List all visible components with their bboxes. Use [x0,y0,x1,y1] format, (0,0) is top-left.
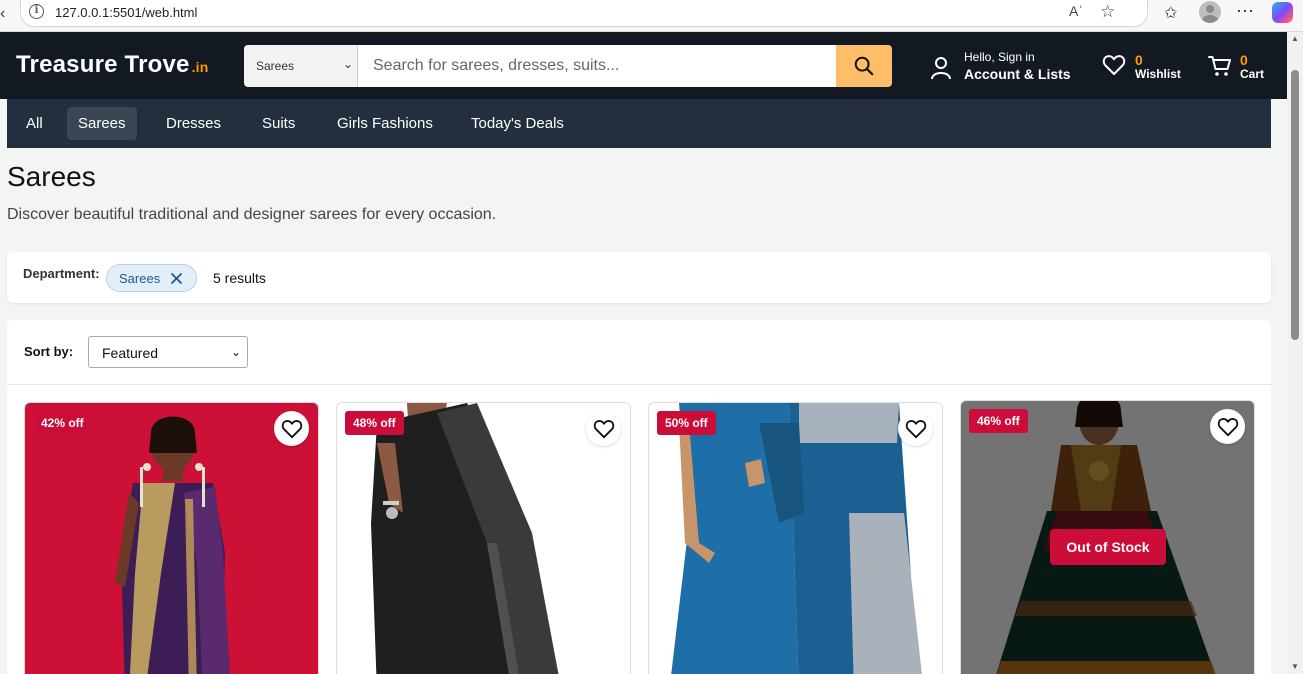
out-of-stock-badge: Out of Stock [1050,529,1166,565]
address-bar[interactable]: i 127.0.0.1:5501/web.html [20,0,1148,27]
sort-value: Featured [102,345,159,361]
nav-item-sarees[interactable]: Sarees [67,107,137,140]
account-title: Account & Lists [964,66,1071,82]
filter-chip-label: Sarees [119,271,161,286]
discount-badge: 46% off [969,409,1028,433]
cart-count: 0 [1240,52,1248,68]
add-to-wishlist-button[interactable] [1210,409,1245,444]
nav-item-suits[interactable]: Suits [251,107,306,140]
wishlist-label: Wishlist [1135,67,1181,81]
wishlist-count: 0 [1135,52,1143,68]
cart-icon [1208,56,1231,76]
logo-text: Treasure Trove [16,51,190,78]
search-icon [854,56,874,76]
scroll-down-arrow-icon[interactable]: ▼ [1291,662,1299,671]
cart-link[interactable]: 0 Cart [1208,50,1268,84]
discount-badge: 48% off [345,411,404,435]
wishlist-link[interactable]: 0 Wishlist [1102,50,1182,84]
logo-suffix: .in [191,59,209,75]
products-panel: Sort by: Featured ⌄ 42% off 48% off 50% … [7,320,1271,674]
product-image[interactable] [649,403,943,674]
category-nav: All Sarees Dresses Suits Girls Fashions … [7,99,1271,148]
back-icon[interactable]: ‹ [0,5,5,23]
browser-toolbar: ‹ i 127.0.0.1:5501/web.html Aʾ ☆ ✩ ⋯ [0,0,1303,32]
sort-label: Sort by: [24,344,74,359]
heart-icon [1102,55,1126,75]
nav-item-todays-deals[interactable]: Today's Deals [460,107,575,140]
nav-item-all[interactable]: All [15,107,54,140]
heart-icon [593,420,615,439]
sort-select[interactable]: Featured ⌄ [88,336,248,368]
divider [7,384,1271,385]
search-button[interactable] [836,45,892,87]
heart-icon [905,420,927,439]
cart-label: Cart [1240,67,1265,81]
active-filters-bar: Department: Sarees 5 results [7,252,1271,303]
scroll-up-arrow-icon[interactable]: ▲ [1291,34,1299,43]
add-to-wishlist-button[interactable] [898,411,933,446]
heart-icon [1217,418,1239,437]
results-count: 5 results [213,270,266,286]
filter-chip-sarees[interactable]: Sarees [106,264,197,292]
search-category-value: Sarees [256,59,295,73]
close-icon[interactable] [170,272,183,285]
nav-item-dresses[interactable]: Dresses [155,107,232,140]
favorite-star-icon[interactable]: ☆ [1100,2,1115,22]
site-info-icon[interactable]: i [29,4,44,19]
add-to-wishlist-button[interactable] [586,411,621,446]
product-card[interactable]: 48% off [336,402,631,674]
account-lists-link[interactable]: Hello, Sign in Account & Lists [930,48,1080,86]
favorites-icon[interactable]: ✩ [1164,3,1177,23]
discount-badge: 42% off [33,411,92,435]
product-card[interactable]: 42% off [24,402,319,674]
site-header: Treasure Trove.in Sarees ⌄ Hello, Sign i… [0,32,1287,99]
product-card-out-of-stock[interactable]: 46% off Out of Stock [960,400,1255,674]
site-logo[interactable]: Treasure Trove .in [16,51,209,79]
chevron-down-icon: ⌄ [342,57,353,71]
product-image[interactable] [337,403,631,674]
add-to-wishlist-button[interactable] [274,411,309,446]
read-aloud-icon[interactable]: Aʾ [1069,3,1083,19]
product-image[interactable] [25,403,319,674]
more-options-icon[interactable]: ⋯ [1236,1,1254,22]
search-input[interactable] [358,45,836,87]
url-text[interactable]: 127.0.0.1:5501/web.html [55,5,197,20]
account-greeting: Hello, Sign in [964,50,1035,64]
search-category-select[interactable]: Sarees ⌄ [244,45,358,87]
page-subtitle: Discover beautiful traditional and desig… [7,206,497,223]
page-scrollbar[interactable]: ▲ ▼ [1287,32,1303,674]
copilot-icon[interactable] [1272,2,1293,23]
scrollbar-thumb[interactable] [1291,70,1299,340]
filter-label: Department: [23,266,100,281]
user-icon [931,57,951,80]
product-card[interactable]: 50% off [648,402,943,674]
discount-badge: 50% off [657,411,716,435]
profile-avatar-icon[interactable] [1199,1,1221,23]
heart-icon [281,420,303,439]
nav-item-girls-fashions[interactable]: Girls Fashions [326,107,444,140]
page-title: Sarees [7,161,96,192]
chevron-down-icon: ⌄ [230,345,241,359]
